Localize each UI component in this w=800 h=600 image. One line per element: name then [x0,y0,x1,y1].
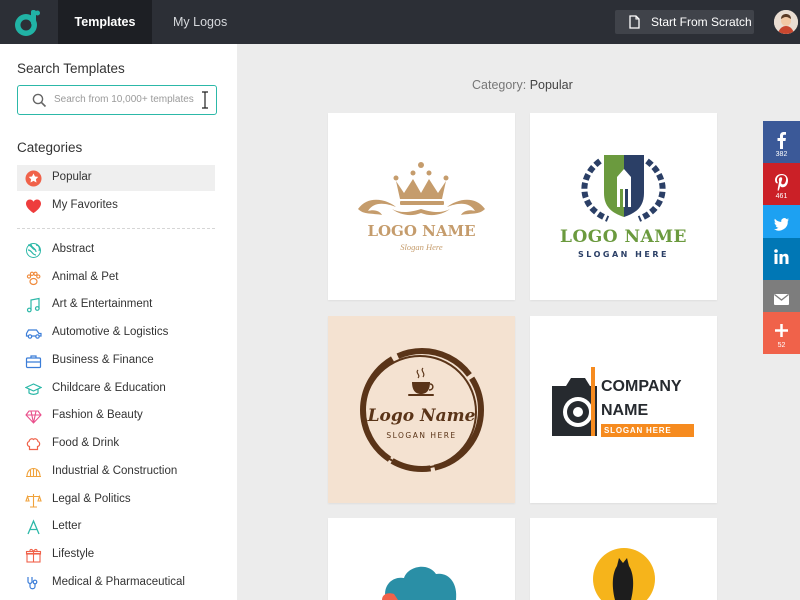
template-cat-logo [593,548,655,600]
search-placeholder: Search from 10,000+ templates [54,94,194,105]
template-cloud-logo [382,566,457,600]
stethoscope-icon [27,577,38,590]
category-label: Medical & Pharmaceutical [52,576,185,588]
share-count: 382 [775,151,788,158]
category-industrial-construction[interactable]: Industrial & Construction [17,459,215,485]
category-childcare-education[interactable]: Childcare & Education [17,376,215,402]
template-card-camera[interactable]: COMPANY NAME SLOGAN HERE [530,316,717,503]
hard-hat-icon [26,467,41,478]
category-label: Legal & Politics [52,493,131,505]
start-from-scratch-button[interactable]: Start From Scratch [615,10,754,34]
category-label: Industrial & Construction [52,465,178,477]
category-lifestyle[interactable]: Lifestyle [17,542,215,568]
search-icon [32,93,47,108]
sidebar-divider [17,228,215,229]
share-more-button[interactable]: 52 [763,312,800,354]
category-label: My Favorites [52,199,118,211]
template-slogan: SLOGAN HERE [386,431,457,440]
graduation-cap-icon [25,383,42,395]
linkedin-icon [774,249,789,264]
start-from-scratch-label: Start From Scratch [651,15,752,29]
template-card-cloud[interactable] [328,518,515,600]
category-automotive-logistics[interactable]: Automotive & Logistics [17,320,215,346]
search-input[interactable]: Search from 10,000+ templates [17,85,217,115]
template-shield-logo [581,155,666,222]
template-slogan: Slogan Here [400,242,443,252]
category-label: Letter [52,520,82,532]
briefcase-icon [25,355,42,369]
category-name: Popular [529,78,573,92]
template-card-cat[interactable] [530,518,717,600]
tab-templates[interactable]: Templates [58,0,152,44]
facebook-icon [777,132,786,149]
template-slogan: SLOGAN HERE [578,250,669,259]
search-templates-heading: Search Templates [17,61,125,76]
category-popular[interactable]: Popular [17,165,215,191]
heart-icon [26,199,41,213]
template-name: LOGO NAME [559,227,687,247]
paw-icon [26,271,41,286]
plus-icon [775,324,788,337]
category-label: Automotive & Logistics [52,326,169,338]
email-icon [774,293,789,305]
share-linkedin-button[interactable] [763,238,800,280]
sidebar: Search Templates Search from 10,000+ tem… [0,44,237,600]
category-label: Animal & Pet [52,271,119,283]
chef-hat-icon [26,438,41,451]
app-logo-icon[interactable] [12,8,42,38]
abstract-icon [26,243,41,258]
share-pinterest-button[interactable]: 461 [763,163,800,205]
template-name: LOGO NAME [367,222,476,240]
category-label: Childcare & Education [52,382,166,394]
share-count: 52 [777,342,786,349]
category-legal-politics[interactable]: Legal & Politics [17,487,215,513]
template-crown-logo [358,162,485,216]
category-label: Fashion & Beauty [52,409,143,421]
categories-heading: Categories [17,140,83,155]
category-label: Popular [52,171,92,183]
category-food-drink[interactable]: Food & Drink [17,431,215,457]
template-name: Logo Name [367,406,476,426]
star-icon [25,170,42,187]
text-cursor-icon [202,91,208,109]
share-count: 461 [775,193,788,200]
share-facebook-button[interactable]: 382 [763,121,800,163]
category-label: Food & Drink [52,437,120,449]
category-label: Art & Entertainment [52,298,153,310]
top-bar: Templates My Logos Start From Scratch [0,0,800,44]
avatar-icon [774,10,798,34]
category-abstract[interactable]: Abstract [17,237,215,263]
category-label: Business & Finance [52,354,154,366]
template-card-shield[interactable]: LOGO NAME SLOGAN HERE [530,113,717,300]
category-my-favorites[interactable]: My Favorites [17,193,215,219]
category-title: Category: Popular [472,78,573,92]
pinterest-icon [775,174,788,191]
category-business-finance[interactable]: Business & Finance [17,348,215,374]
category-animal-pet[interactable]: Animal & Pet [17,265,215,291]
diamond-icon [25,410,42,424]
document-icon [629,15,640,29]
twitter-icon [774,218,789,231]
template-name-line2: NAME [601,402,649,419]
letter-a-icon [27,519,40,535]
category-prefix: Category: [472,78,527,92]
category-medical-pharmaceutical[interactable]: Medical & Pharmaceutical [17,570,215,596]
music-note-icon [26,297,40,313]
tab-my-logos[interactable]: My Logos [173,0,227,44]
template-card-coffee[interactable]: Logo Name SLOGAN HERE [328,316,515,503]
category-label: Lifestyle [52,548,95,560]
user-avatar[interactable] [774,10,798,34]
category-letter[interactable]: Letter [17,514,215,540]
category-label: Abstract [52,243,95,255]
category-fashion-beauty[interactable]: Fashion & Beauty [17,403,215,429]
template-slogan: SLOGAN HERE [601,424,694,437]
template-card-crown[interactable]: LOGO NAME Slogan Here [328,113,515,300]
car-icon [25,329,42,339]
gift-icon [25,548,42,563]
scales-icon [25,494,42,508]
category-art-entertainment[interactable]: Art & Entertainment [17,292,215,318]
template-name-line1: COMPANY [601,378,682,395]
